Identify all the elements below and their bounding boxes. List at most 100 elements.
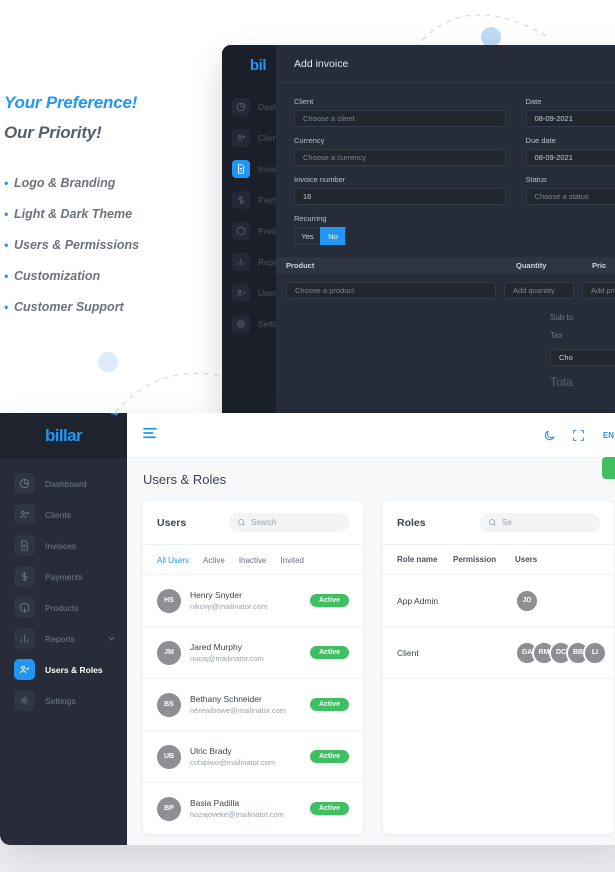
currency-label: Currency	[294, 136, 325, 145]
invoice-sidebar-item-clients[interactable]: Client	[222, 122, 280, 153]
avatar: BP	[157, 796, 181, 821]
sidebar-item-payments[interactable]: Payments	[0, 561, 127, 592]
settings-icon	[232, 314, 250, 333]
status-label: Status	[525, 175, 547, 184]
date-input[interactable]: 08-09-2021	[525, 110, 615, 127]
invoices-icon	[232, 159, 250, 178]
role-table-row[interactable]: Client GA RM DC BB LI	[383, 627, 614, 679]
user-list-item[interactable]: UB Ulric Brady cohipiwo@mailinator.com A…	[143, 730, 363, 782]
recurring-no-option[interactable]: No	[320, 227, 346, 245]
invoice-sidebar-item-settings[interactable]: Settin	[222, 308, 280, 339]
billar-logo-icon	[109, 413, 119, 416]
invoice-items-header: Product Quantity Pric	[276, 257, 615, 274]
invoice-sidebar-item-reports[interactable]: Repor	[222, 246, 281, 277]
user-info: Bethany Schneider nerewibowe@mailinator.…	[190, 694, 286, 715]
invoice-sidebar-item-dashboard[interactable]: Dashb	[222, 91, 283, 122]
promo-feature-list: Logo & Branding Light & Dark Theme Users…	[4, 168, 214, 323]
sidebar-item-label: Products	[45, 602, 79, 613]
app-sidebar-nav: Dashboard Clients Invoices Payments Prod…	[0, 458, 127, 716]
price-input[interactable]: Add price	[582, 282, 615, 299]
tab-invited[interactable]: Invited	[280, 556, 304, 565]
invoice-number-input[interactable]: 16	[294, 188, 506, 205]
invoice-sidebar-item-invoices[interactable]: Invoic	[222, 153, 280, 184]
product-select[interactable]: Choose a product	[286, 282, 496, 299]
add-invoice-modal-title: Add invoice	[276, 45, 615, 83]
invoice-item-row: Choose a product Add quantity Add price	[276, 274, 615, 309]
client-select[interactable]: Choose a client	[294, 110, 506, 127]
quantity-input[interactable]: Add quantity	[504, 282, 574, 299]
tab-all-users[interactable]: All Users	[157, 556, 189, 565]
invoice-number-label: Invoice number	[294, 175, 346, 184]
app-sidebar: billar Dashboard Clients Invoices Paymen…	[0, 413, 127, 845]
status-select[interactable]: Choose a status	[525, 188, 615, 205]
user-list-item[interactable]: BS Bethany Schneider nerewibowe@mailinat…	[143, 678, 363, 730]
user-email: hozajoveke@mailinator.com	[190, 810, 284, 819]
invoice-sidebar-item-users[interactable]: Users	[222, 277, 280, 308]
sidebar-item-label: Users & Roles	[45, 664, 103, 675]
status-badge: Active	[309, 594, 349, 607]
users-search-placeholder: Search	[251, 518, 277, 527]
sidebar-item-label: Dashboard	[45, 478, 87, 489]
add-invoice-form: Client Choose a client Currency Choose a…	[276, 83, 615, 255]
user-name: Bethany Schneider	[190, 694, 262, 704]
column-header-product: Product	[286, 261, 315, 270]
promo-feature-item: Logo & Branding	[4, 168, 214, 199]
tab-active[interactable]: Active	[203, 556, 225, 565]
language-selector[interactable]: EN	[603, 431, 614, 440]
user-list-item[interactable]: HS Henry Snyder nikuvy@mailinator.com Ac…	[143, 574, 363, 626]
clients-icon	[14, 504, 35, 525]
roles-card-header: Roles Se	[383, 501, 614, 545]
fullscreen-icon[interactable]	[572, 429, 585, 442]
avatar: HS	[157, 588, 181, 613]
tax-label: Tax	[550, 331, 563, 340]
avatar: LI	[583, 640, 607, 665]
roles-search-input[interactable]: Se	[480, 513, 600, 532]
moon-icon[interactable]	[543, 429, 556, 442]
sidebar-item-settings[interactable]: Settings	[0, 685, 127, 716]
status-badge: Active	[309, 646, 349, 659]
add-button[interactable]	[602, 457, 615, 479]
sidebar-item-clients[interactable]: Clients	[0, 499, 127, 530]
user-name: Henry Snyder	[190, 590, 242, 600]
invoice-brand-logo: bil	[249, 56, 267, 74]
recurring-yes-option[interactable]: Yes	[294, 227, 320, 245]
app-window: billar Dashboard Clients Invoices Paymen…	[0, 413, 615, 845]
tab-inactive[interactable]: Inactive	[239, 556, 267, 565]
promo-feature-item: Users & Permissions	[4, 230, 214, 261]
sidebar-item-label: Settings	[45, 695, 76, 706]
user-email: nikuvy@mailinator.com	[190, 602, 268, 611]
currency-select[interactable]: Choose a currency	[294, 149, 506, 166]
user-list-item[interactable]: JM Jared Murphy nuciq@mailinator.com Act…	[143, 626, 363, 678]
app-topbar: EN	[127, 413, 615, 458]
avatar: UB	[157, 744, 181, 769]
sidebar-item-users-roles[interactable]: Users & Roles	[0, 654, 127, 685]
sidebar-item-products[interactable]: Products	[0, 592, 127, 623]
roles-table-header: Role name Permission Users	[383, 545, 614, 575]
sub-total-label: Sub to	[550, 313, 574, 322]
users-icon	[232, 283, 250, 302]
invoice-sidebar-item-payments[interactable]: Paym	[222, 184, 280, 215]
column-header-permission: Permission	[453, 555, 497, 564]
user-list-item[interactable]: BP Basia Padilla hozajoveke@mailinator.c…	[143, 782, 363, 834]
dashboard-icon	[14, 473, 35, 494]
invoice-sidebar-item-products[interactable]: Produ	[222, 215, 281, 246]
role-name: Client	[397, 647, 419, 658]
due-date-input[interactable]: 08-09-2021	[525, 149, 615, 166]
sidebar-item-invoices[interactable]: Invoices	[0, 530, 127, 561]
invoice-items-table: Product Quantity Pric Choose a product A…	[276, 257, 615, 309]
recurring-toggle[interactable]: Yes No	[294, 227, 506, 245]
invoice-sidebar: bil Dashb Client Invoic Paym Produ Repor…	[222, 45, 283, 413]
date-label: Date	[525, 97, 542, 106]
users-filter-tabs: All Users Active Inactive Invited	[143, 545, 363, 574]
users-search-input[interactable]: Search	[229, 513, 349, 532]
hamburger-icon[interactable]	[143, 426, 157, 444]
sidebar-item-reports[interactable]: Reports	[0, 623, 127, 654]
sidebar-item-dashboard[interactable]: Dashboard	[0, 468, 127, 499]
status-badge: Active	[309, 802, 349, 815]
reports-icon	[232, 252, 250, 271]
user-email: nuciq@mailinator.com	[190, 654, 264, 663]
due-date-label: Due date	[525, 136, 556, 145]
tax-select[interactable]: Cho	[550, 349, 615, 366]
role-table-row[interactable]: App Admin JD	[383, 575, 614, 627]
total-label: Tota	[550, 375, 573, 389]
